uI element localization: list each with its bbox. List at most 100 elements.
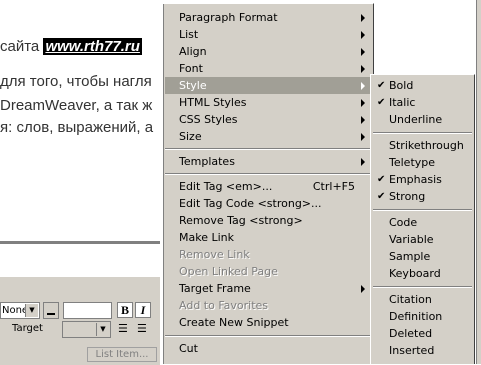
menu-item-label: Remove Tag <strong> [179, 214, 303, 227]
checkmark-icon: ✔ [377, 174, 386, 185]
menu-item-make-link[interactable]: Make Link [165, 229, 371, 246]
submenu-item-strikethrough[interactable]: Strikethrough [373, 137, 472, 154]
menu-item-label: Add to Favorites [179, 299, 269, 312]
submenu-item-underline[interactable]: Underline [373, 111, 472, 128]
submenu-item-label: Sample [389, 250, 431, 263]
selected-link-text[interactable]: www.rth77.ru [43, 38, 142, 55]
menu-item-label: Size [179, 130, 202, 143]
menu-item-label: Paragraph Format [179, 11, 278, 24]
menu-item-label: Font [179, 62, 203, 75]
menu-item-target-frame[interactable]: Target Frame [165, 280, 371, 297]
menu-item-style[interactable]: Style [165, 77, 371, 94]
menu-item-label: Edit Tag <em>... [179, 180, 273, 193]
submenu-item-sample[interactable]: Sample [373, 248, 472, 265]
menu-item-edit-tag[interactable]: Edit Tag <em>... Ctrl+F5 [165, 178, 371, 195]
submenu-arrow-icon [361, 116, 365, 124]
submenu-arrow-icon [361, 285, 365, 293]
submenu-item-label: Emphasis [389, 173, 442, 186]
window-edge [476, 0, 481, 364]
menu-item-label: HTML Styles [179, 96, 247, 109]
submenu-item-keyboard[interactable]: Keyboard [373, 265, 472, 282]
doc-text: сайта [0, 38, 40, 55]
menu-item-font[interactable]: Font [165, 60, 371, 77]
list-item-button[interactable]: List Item... [87, 347, 157, 362]
menu-item-html-styles[interactable]: HTML Styles [165, 94, 371, 111]
chevron-down-icon: ▼ [96, 323, 109, 336]
menu-separator [165, 335, 371, 337]
menu-item-add-to-favorites[interactable]: Add to Favorites [165, 297, 371, 314]
menu-item-label: Edit Tag Code <strong>... [179, 197, 322, 210]
submenu-item-label: Code [389, 216, 418, 229]
panel-divider[interactable] [0, 241, 160, 244]
menu-item-label: CSS Styles [179, 113, 238, 126]
menu-item-label: Style [179, 79, 207, 92]
target-select[interactable]: ▼ [62, 321, 111, 338]
text-input[interactable] [63, 302, 112, 319]
menu-item-label: Align [179, 45, 207, 58]
doc-line-3: DreamWeaver, а так ж [0, 97, 153, 114]
menu-item-templates[interactable]: Templates [165, 153, 371, 170]
submenu-item-emphasis[interactable]: ✔ Emphasis [373, 171, 472, 188]
submenu-arrow-icon [361, 99, 365, 107]
doc-line-2: для того, чтобы нагля [0, 73, 152, 90]
submenu-item-label: Variable [389, 233, 434, 246]
menu-item-css-styles[interactable]: CSS Styles [165, 111, 371, 128]
menu-separator [373, 132, 472, 134]
menu-separator [165, 148, 371, 150]
menu-item-paragraph-format[interactable]: Paragraph Format [165, 9, 371, 26]
submenu-item-citation[interactable]: Citation [373, 291, 472, 308]
italic-button[interactable]: I [135, 302, 151, 318]
checkmark-icon: ✔ [377, 97, 386, 108]
checkmark-icon: ✔ [377, 191, 386, 202]
menu-item-cut[interactable]: Cut [165, 340, 371, 357]
menu-item-remove-link[interactable]: Remove Link [165, 246, 371, 263]
submenu-item-deleted[interactable]: Deleted [373, 325, 472, 342]
format-select[interactable]: None ▼ [0, 302, 40, 319]
style-submenu: ✔ Bold ✔ Italic Underline Strikethrough … [370, 74, 475, 364]
submenu-arrow-icon [361, 158, 365, 166]
submenu-item-label: Underline [389, 113, 443, 126]
menu-separator [373, 209, 472, 211]
submenu-arrow-icon [361, 82, 365, 90]
doc-line-4: я: слов, выражений, а [0, 119, 154, 136]
menu-item-label: Create New Snippet [179, 316, 289, 329]
submenu-item-label: Inserted [389, 344, 435, 357]
submenu-item-inserted[interactable]: Inserted [373, 342, 472, 359]
submenu-item-variable[interactable]: Variable [373, 231, 472, 248]
submenu-item-teletype[interactable]: Teletype [373, 154, 472, 171]
submenu-item-code[interactable]: Code [373, 214, 472, 231]
submenu-arrow-icon [361, 133, 365, 141]
menu-item-edit-tag-code[interactable]: Edit Tag Code <strong>... [165, 195, 371, 212]
target-label: Target [12, 323, 43, 334]
bold-button[interactable]: B [117, 302, 133, 318]
submenu-item-label: Strikethrough [389, 139, 464, 152]
submenu-item-definition[interactable]: Definition [373, 308, 472, 325]
menu-item-create-new-snippet[interactable]: Create New Snippet [165, 314, 371, 331]
menu-item-remove-tag[interactable]: Remove Tag <strong> [165, 212, 371, 229]
menu-separator [165, 173, 371, 175]
menu-item-label: Templates [179, 155, 235, 168]
menu-item-open-linked-page[interactable]: Open Linked Page [165, 263, 371, 280]
submenu-arrow-icon [361, 14, 365, 22]
menu-item-label: List [179, 28, 199, 41]
submenu-item-bold[interactable]: ✔ Bold [373, 77, 472, 94]
text-color-button[interactable] [43, 302, 59, 319]
menu-item-align[interactable]: Align [165, 43, 371, 60]
menu-item-list[interactable]: List [165, 26, 371, 43]
submenu-item-label: Definition [389, 310, 443, 323]
menu-item-size[interactable]: Size [165, 128, 371, 145]
submenu-item-label: Italic [389, 96, 416, 109]
checkmark-icon: ✔ [377, 80, 386, 91]
submenu-arrow-icon [361, 31, 365, 39]
menu-item-label: Cut [179, 342, 198, 355]
menu-item-label: Open Linked Page [179, 265, 278, 278]
submenu-arrow-icon [361, 48, 365, 56]
submenu-item-italic[interactable]: ✔ Italic [373, 94, 472, 111]
ordered-list-icon[interactable]: ☰ [137, 323, 151, 335]
properties-panel: None ▼ B I Target ▼ ☰ ☰ List Item... [0, 276, 160, 365]
unordered-list-icon[interactable]: ☰ [118, 323, 132, 335]
menu-item-label: Make Link [179, 231, 234, 244]
submenu-item-label: Bold [389, 79, 414, 92]
submenu-item-strong[interactable]: ✔ Strong [373, 188, 472, 205]
context-menu: Paragraph Format List Align Font Style H… [162, 3, 374, 364]
